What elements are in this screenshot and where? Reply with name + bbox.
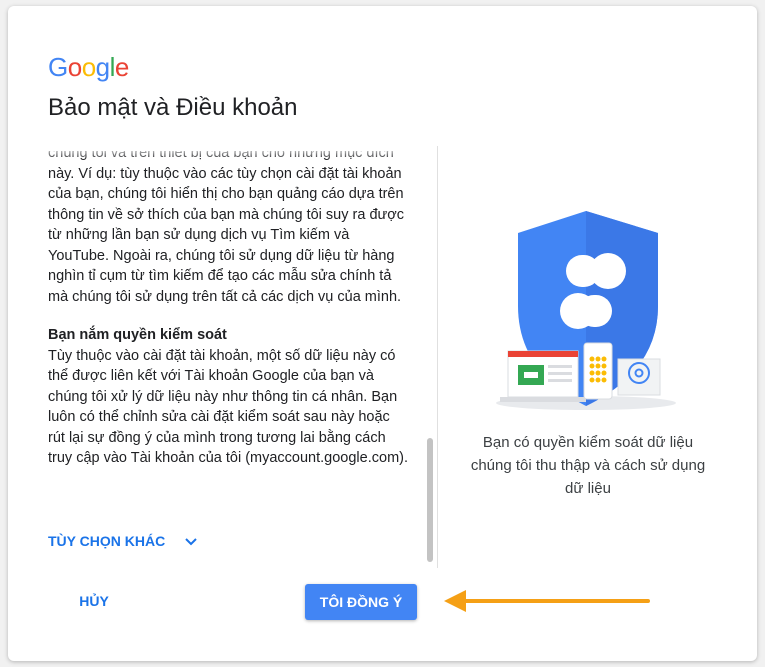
terms-content: chúng tôi và trên thiết bị của bạn cho n…	[48, 151, 408, 476]
privacy-shield-illustration	[496, 211, 676, 410]
illustration-caption: Bạn có quyền kiểm soát dữ liệu chúng tôi…	[470, 434, 706, 497]
cancel-button[interactable]: HỦY	[64, 586, 124, 616]
panel-divider	[437, 146, 438, 568]
logo-letter-g2: g	[95, 52, 110, 82]
terms-section: Bạn nắm quyền kiểm soát Tùy thuộc vào cà…	[48, 325, 408, 469]
terms-paragraph: Tùy thuộc vào cài đặt tài khoản, một số …	[48, 347, 408, 467]
agree-button[interactable]: TÔI ĐỒNG Ý	[305, 584, 417, 620]
dialog-title: Bảo mật và Điều khoản	[48, 94, 298, 121]
more-options-link[interactable]: TÙY CHỌN KHÁC	[48, 530, 199, 552]
consent-dialog: Google Bảo mật và Điều khoản chúng tôi v…	[8, 6, 757, 661]
section-heading: Bạn nắm quyền kiểm soát	[48, 327, 227, 343]
logo-letter-o1: o	[67, 52, 82, 82]
chevron-down-icon	[185, 538, 197, 546]
mail-icon	[617, 358, 661, 396]
arrow-pointer-icon	[444, 590, 650, 612]
scrollbar-thumb[interactable]	[427, 438, 433, 562]
logo-letter-o2: o	[81, 52, 96, 82]
scrollbar[interactable]	[425, 146, 436, 568]
google-logo: Google	[48, 52, 129, 83]
more-options-label: TÙY CHỌN KHÁC	[48, 533, 166, 549]
logo-letter-e: e	[114, 52, 129, 82]
laptop-icon	[500, 350, 586, 402]
scroll-fade	[48, 146, 408, 160]
phone-icon	[583, 342, 613, 400]
terms-paragraph: chúng tôi và trên thiết bị của bạn cho n…	[48, 151, 404, 305]
logo-letter-g: G	[48, 52, 68, 82]
terms-scroll-area[interactable]: chúng tôi và trên thiết bị của bạn cho n…	[48, 151, 408, 476]
